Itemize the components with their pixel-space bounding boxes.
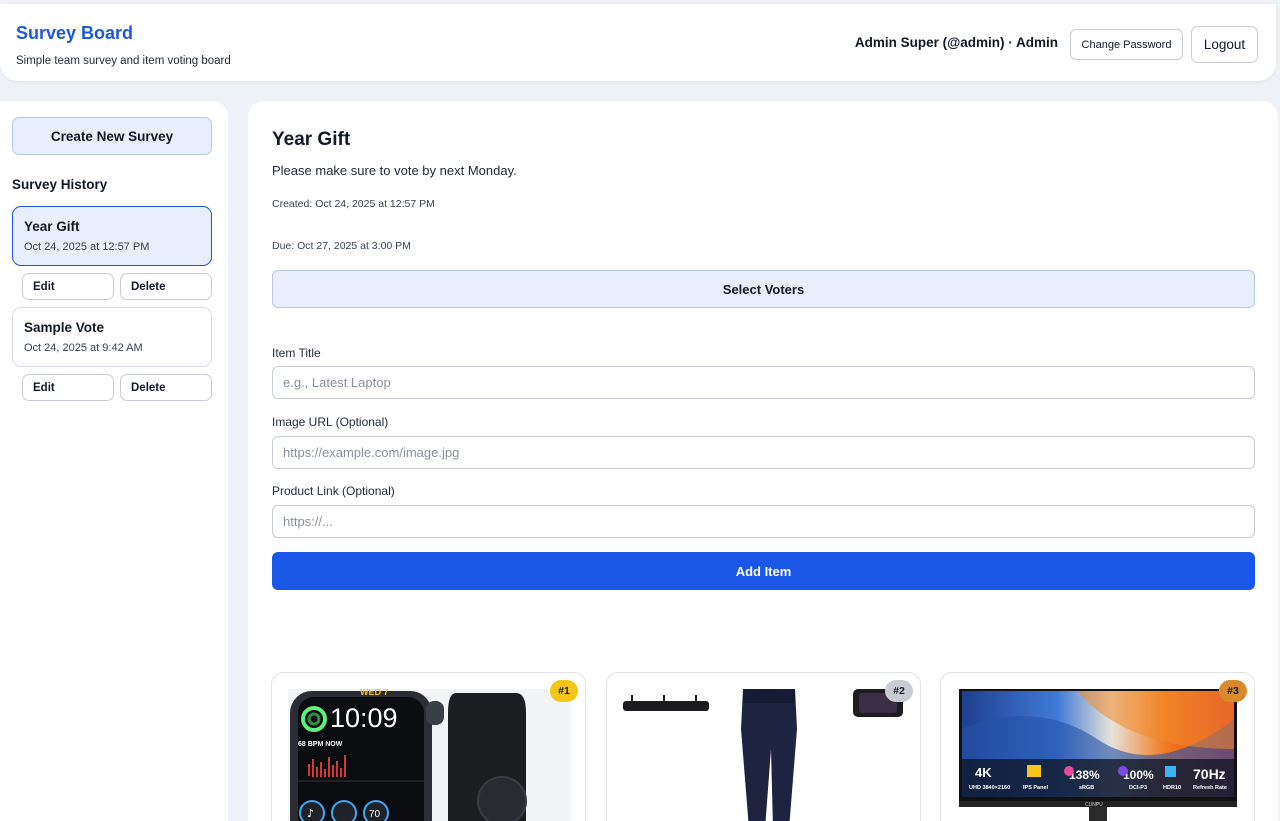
select-voters-button[interactable]: Select Voters (272, 270, 1255, 308)
item-image-smartwatch[interactable]: WED 7 10:09 68 BPM NOW ♪ 70 (288, 689, 571, 821)
create-survey-button[interactable]: Create New Survey (12, 117, 212, 155)
survey-item-year-gift[interactable]: Year Gift Oct 24, 2025 at 12:57 PM (12, 206, 212, 266)
image-url-label: Image URL (Optional) (272, 415, 389, 429)
top-header: Survey Board Simple team survey and item… (0, 4, 1276, 81)
survey-description: Please make sure to vote by next Monday. (272, 163, 517, 178)
change-password-button[interactable]: Change Password (1070, 29, 1183, 60)
app-subtitle: Simple team survey and item voting board (16, 55, 231, 67)
item-card[interactable]: 4K UHD 3840×2160 IPS Panel 138% sRGB 100… (940, 672, 1255, 821)
image-url-input[interactable] (272, 436, 1255, 469)
survey-created-date: Created: Oct 24, 2025 at 12:57 PM (272, 198, 435, 210)
watch-bpm-text: 68 BPM NOW (298, 741, 343, 748)
item-image-leggings[interactable] (623, 689, 906, 821)
logout-button[interactable]: Logout (1191, 26, 1258, 63)
product-link-label: Product Link (Optional) (272, 484, 395, 498)
item-card[interactable]: WED 7 10:09 68 BPM NOW ♪ 70 #1 (271, 672, 586, 821)
edit-survey-button[interactable]: Edit (22, 374, 114, 401)
watch-day-text: WED 7 (360, 689, 389, 697)
survey-item-sample-vote[interactable]: Sample Vote Oct 24, 2025 at 9:42 AM (12, 307, 212, 367)
survey-item-date: Oct 24, 2025 at 9:42 AM (24, 342, 143, 354)
survey-due-date: Due: Oct 27, 2025 at 3:00 PM (272, 240, 411, 252)
item-image-monitor[interactable]: 4K UHD 3840×2160 IPS Panel 138% sRGB 100… (957, 689, 1240, 821)
monitor-spec-4k: 4K (975, 765, 992, 780)
add-item-button[interactable]: Add Item (272, 552, 1255, 590)
delete-survey-button[interactable]: Delete (120, 374, 212, 401)
monitor-spec-hz: 70Hz (1193, 766, 1226, 782)
monitor-spec-ips: IPS Panel (1023, 785, 1049, 791)
sidebar: Create New Survey Survey History Year Gi… (0, 101, 228, 821)
delete-survey-button[interactable]: Delete (120, 273, 212, 300)
monitor-spec-srgb-sub: sRGB (1079, 785, 1094, 791)
current-user-label: Admin Super (@admin) · Admin (854, 35, 1058, 50)
watch-complication-value: 70 (369, 809, 381, 820)
watch-time-text: 10:09 (330, 703, 398, 733)
item-card[interactable]: #2 (606, 672, 921, 821)
monitor-spec-dcip3-sub: DCI-P3 (1129, 785, 1147, 791)
item-title-label: Item Title (272, 346, 321, 360)
rank-badge: #2 (885, 680, 913, 702)
survey-title: Year Gift (272, 129, 351, 150)
monitor-spec-hdr: HDR10 (1163, 785, 1181, 791)
edit-survey-button[interactable]: Edit (22, 273, 114, 300)
svg-text:♪: ♪ (307, 807, 314, 820)
survey-item-title: Year Gift (24, 219, 80, 234)
rank-badge: #1 (550, 680, 578, 702)
rank-badge: #3 (1219, 680, 1247, 702)
app-title[interactable]: Survey Board (16, 23, 133, 44)
product-link-input[interactable] (272, 505, 1255, 538)
survey-history-heading: Survey History (12, 177, 108, 192)
item-title-input[interactable] (272, 366, 1255, 399)
survey-item-title: Sample Vote (24, 320, 105, 335)
monitor-spec-4k-sub: UHD 3840×2160 (969, 785, 1010, 791)
survey-detail-panel: Year Gift Please make sure to vote by ne… (248, 101, 1278, 821)
monitor-spec-hz-sub: Refresh Rate (1193, 785, 1227, 791)
survey-item-date: Oct 24, 2025 at 12:57 PM (24, 241, 150, 253)
